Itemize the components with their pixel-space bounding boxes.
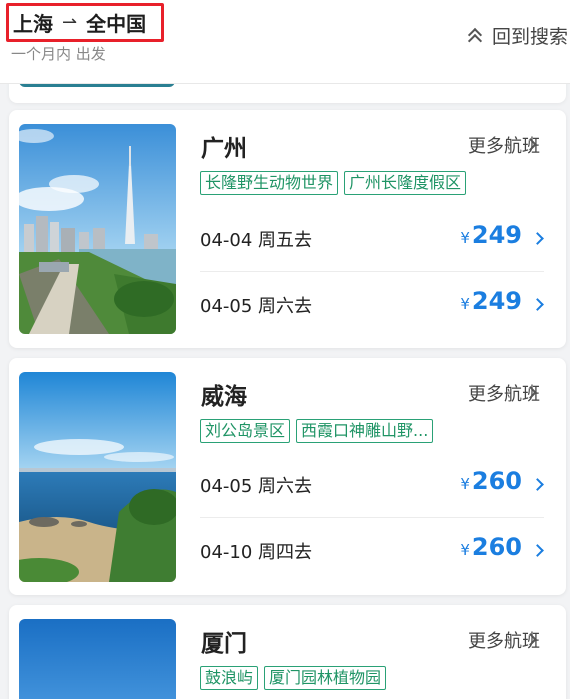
attraction-tag[interactable]: 鼓浪屿 (200, 666, 259, 690)
currency-symbol: ¥ (460, 541, 470, 559)
currency-symbol: ¥ (460, 475, 470, 493)
destination-city-name: 威海 (201, 384, 247, 410)
weihai-coastline-photo (19, 372, 176, 582)
flight-option-row[interactable]: 04-05 周六去 ¥260 (200, 452, 544, 518)
flight-price: ¥249 (460, 221, 522, 249)
currency-symbol: ¥ (460, 295, 470, 313)
price-value: 260 (471, 467, 522, 495)
flight-option-row[interactable]: 04-10 周四去 ¥260 (200, 518, 544, 584)
timeframe-label: 一个月内 出发 (11, 45, 106, 63)
guangzhou-canton-tower-photo (19, 124, 176, 334)
route-summary[interactable]: 上海 ⇀ 全中国 (6, 3, 164, 42)
destination-card-weihai[interactable]: 威海 更多航班 刘公岛景区 西霞口神雕山野... 04-05 周六去 ¥260 … (9, 358, 566, 595)
departure-date: 04-10 周四去 (200, 542, 313, 563)
flight-option-row[interactable]: 04-04 周五去 ¥249 (200, 206, 544, 272)
price-value: 249 (471, 221, 522, 249)
chevron-right-icon (531, 478, 544, 491)
destination-card-guangzhou[interactable]: 广州 更多航班 长隆野生动物世界 广州长隆度假区 04-04 周五去 ¥249 … (9, 110, 566, 348)
origin-city: 上海 (13, 12, 53, 36)
price-value: 249 (471, 287, 522, 315)
destination-city-name: 厦门 (201, 631, 247, 657)
chevron-right-icon (531, 298, 544, 311)
departure-date: 04-05 周六去 (200, 296, 313, 317)
attraction-tag[interactable]: 厦门园林植物园 (264, 666, 387, 690)
chevron-right-icon (531, 544, 544, 557)
price-value: 260 (471, 533, 522, 561)
flight-price: ¥260 (460, 533, 522, 561)
flight-price: ¥249 (460, 287, 522, 315)
attraction-tag[interactable]: 刘公岛景区 (200, 419, 291, 443)
search-summary-header: 上海 ⇀ 全中国 一个月内 出发 回到搜索 (0, 0, 570, 84)
destination-region: 全中国 (86, 12, 147, 36)
attraction-tags: 刘公岛景区 西霞口神雕山野... (200, 419, 434, 443)
attraction-tags: 鼓浪屿 厦门园林植物园 (200, 666, 387, 690)
flight-option-row[interactable]: 04-05 周六去 ¥249 (200, 272, 544, 338)
attraction-tag[interactable]: 长隆野生动物世界 (200, 171, 339, 195)
xiamen-sky-photo (19, 619, 176, 699)
destination-city-name: 广州 (201, 136, 247, 162)
attraction-tag[interactable]: 西霞口神雕山野... (296, 419, 434, 443)
departure-date: 04-05 周六去 (200, 476, 313, 497)
back-to-search-label: 回到搜索 (491, 26, 568, 48)
departure-date: 04-04 周五去 (200, 230, 313, 251)
back-to-search-button[interactable]: 回到搜索 (469, 22, 568, 49)
destination-card-xiamen[interactable]: 厦门 更多航班 鼓浪屿 厦门园林植物园 (9, 605, 566, 699)
route-arrow-icon: ⇀ (62, 12, 78, 33)
attraction-tags: 长隆野生动物世界 广州长隆度假区 (200, 171, 467, 195)
chevron-right-icon (531, 232, 544, 245)
attraction-tag[interactable]: 广州长隆度假区 (344, 171, 467, 195)
currency-symbol: ¥ (460, 229, 470, 247)
double-chevron-up-icon (469, 32, 480, 43)
flight-price: ¥260 (460, 467, 522, 495)
